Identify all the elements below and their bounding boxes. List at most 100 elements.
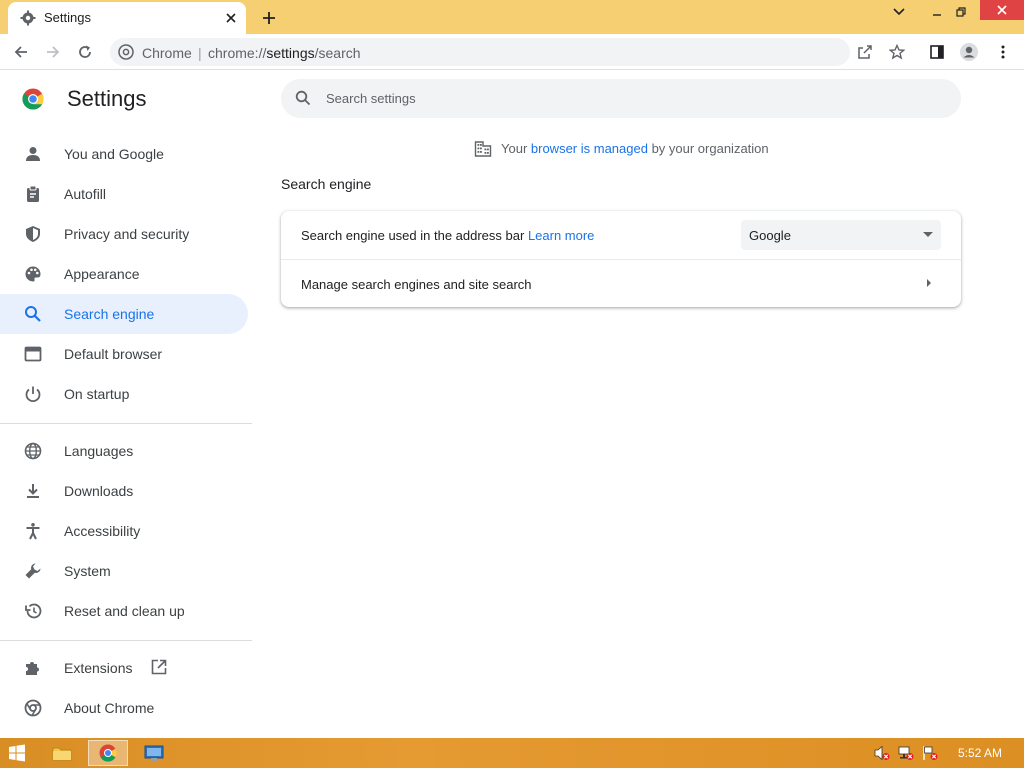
browser-managed-link[interactable]: browser is managed	[531, 141, 648, 156]
back-arrow-icon[interactable]	[8, 40, 34, 64]
search-settings-input[interactable]: Search settings	[281, 79, 961, 118]
address-bar-engine-row: Search engine used in the address bar Le…	[301, 228, 594, 243]
chrome-site-icon	[118, 44, 134, 60]
building-icon	[474, 140, 492, 158]
sidebar-item-languages[interactable]: Languages	[0, 431, 248, 471]
sidebar-item-accessibility[interactable]: Accessibility	[0, 511, 248, 551]
chevron-right-icon[interactable]	[927, 279, 931, 287]
gear-icon	[20, 10, 36, 26]
network-disconnected-icon[interactable]	[898, 745, 914, 761]
sidebar-item-label: Appearance	[64, 266, 140, 282]
sidebar-item-about-chrome[interactable]: About Chrome	[0, 688, 248, 728]
speaker-muted-icon[interactable]	[874, 745, 890, 761]
address-bar[interactable]: Chrome | chrome://settings/search	[110, 38, 850, 66]
forward-arrow-icon[interactable]	[40, 40, 66, 64]
sidebar-item-label: Extensions	[64, 660, 133, 676]
chrome-logo	[22, 88, 44, 110]
sidebar-item-default-browser[interactable]: Default browser	[0, 334, 248, 374]
side-panel-icon[interactable]	[924, 40, 950, 64]
sidebar-divider	[0, 640, 252, 641]
profile-avatar-icon[interactable]	[956, 40, 982, 64]
url-host: settings	[266, 45, 315, 61]
managed-text: Your browser is managed by your organiza…	[501, 141, 769, 156]
omnibox-url: chrome://settings/search	[208, 45, 361, 61]
sidebar-item-appearance[interactable]: Appearance	[0, 254, 248, 294]
history-icon	[24, 602, 42, 620]
sidebar-item-label: System	[64, 563, 111, 579]
new-tab-plus-icon[interactable]	[258, 7, 280, 29]
window-close-icon[interactable]	[980, 0, 1024, 20]
chrome-icon	[24, 699, 42, 717]
remote-desktop-icon[interactable]	[134, 740, 174, 766]
chrome-taskbar-icon[interactable]	[88, 740, 128, 766]
browser-tab-settings[interactable]: Settings	[8, 2, 246, 34]
sidebar-divider	[0, 423, 252, 424]
wrench-icon	[24, 562, 42, 580]
browser-window-icon	[24, 345, 42, 363]
restore-icon[interactable]	[946, 0, 976, 24]
bookmark-star-icon[interactable]	[884, 40, 910, 64]
search-icon	[295, 90, 311, 106]
share-icon[interactable]	[852, 40, 878, 64]
dropdown-arrow-icon	[923, 232, 933, 237]
sidebar-item-you-and-google[interactable]: You and Google	[0, 134, 248, 174]
title-bar: Settings	[0, 0, 1024, 34]
managed-suffix: by your organization	[647, 141, 769, 156]
sidebar-item-search-engine[interactable]: Search engine	[0, 294, 248, 334]
search-engine-card: Search engine used in the address bar Le…	[281, 211, 961, 307]
sidebar-item-extensions[interactable]: Extensions	[0, 648, 248, 688]
windows-start-icon[interactable]	[8, 744, 26, 762]
sidebar-item-label: Downloads	[64, 483, 134, 499]
learn-more-link[interactable]: Learn more	[528, 228, 594, 243]
accessibility-icon	[24, 522, 42, 540]
search-placeholder: Search settings	[326, 91, 416, 106]
sidebar-item-label: Languages	[64, 443, 134, 459]
more-menu-icon[interactable]	[990, 40, 1016, 64]
sidebar-item-label: Search engine	[64, 306, 155, 322]
search-icon	[24, 305, 42, 323]
clipboard-icon	[24, 185, 42, 203]
action-center-flag-icon[interactable]	[922, 745, 938, 761]
sidebar-item-label: You and Google	[64, 146, 164, 162]
close-tab-icon[interactable]	[222, 9, 240, 27]
open-in-new-icon	[150, 658, 168, 676]
shield-icon	[24, 225, 42, 243]
url-scheme: chrome://	[208, 45, 267, 61]
globe-icon	[24, 442, 42, 460]
omnibox-chip: Chrome	[142, 45, 192, 61]
manage-search-engines-row[interactable]: Manage search engines and site search	[301, 277, 532, 292]
url-path: /search	[314, 45, 361, 61]
palette-icon	[24, 265, 42, 283]
search-engine-select[interactable]: Google	[741, 220, 941, 250]
managed-prefix: Your	[501, 141, 531, 156]
sidebar-item-autofill[interactable]: Autofill	[0, 174, 248, 214]
sidebar-item-label: Autofill	[64, 186, 107, 202]
download-icon	[24, 482, 42, 500]
sidebar-item-label: Reset and clean up	[64, 603, 185, 619]
sidebar-item-label: About Chrome	[64, 700, 155, 716]
tab-title: Settings	[44, 10, 91, 25]
sidebar-item-downloads[interactable]: Downloads	[0, 471, 248, 511]
row-divider	[281, 259, 961, 260]
section-title: Search engine	[281, 176, 372, 192]
taskbar-clock[interactable]: 5:52 AM	[958, 746, 1002, 760]
reload-icon[interactable]	[72, 40, 98, 64]
omnibox-separator: |	[198, 45, 202, 61]
tab-search-chevron-down-icon[interactable]	[884, 0, 914, 24]
sidebar-item-system[interactable]: System	[0, 551, 248, 591]
file-explorer-icon[interactable]	[42, 740, 82, 766]
sidebar-item-label: On startup	[64, 386, 130, 402]
power-icon	[24, 385, 42, 403]
row-label: Search engine used in the address bar	[301, 228, 528, 243]
select-value: Google	[749, 228, 791, 243]
sidebar-item-privacy-and-security[interactable]: Privacy and security	[0, 214, 248, 254]
browser-toolbar: Chrome | chrome://settings/search	[0, 34, 1024, 70]
page-title: Settings	[67, 86, 147, 111]
sidebar-item-label: Accessibility	[64, 523, 141, 539]
sidebar-item-reset-and-clean-up[interactable]: Reset and clean up	[0, 591, 248, 631]
windows-taskbar: 5:52 AM	[0, 738, 1024, 768]
puzzle-icon	[24, 659, 42, 677]
sidebar-item-on-startup[interactable]: On startup	[0, 374, 248, 414]
person-icon	[24, 145, 42, 163]
sidebar-item-label: Privacy and security	[64, 226, 190, 242]
